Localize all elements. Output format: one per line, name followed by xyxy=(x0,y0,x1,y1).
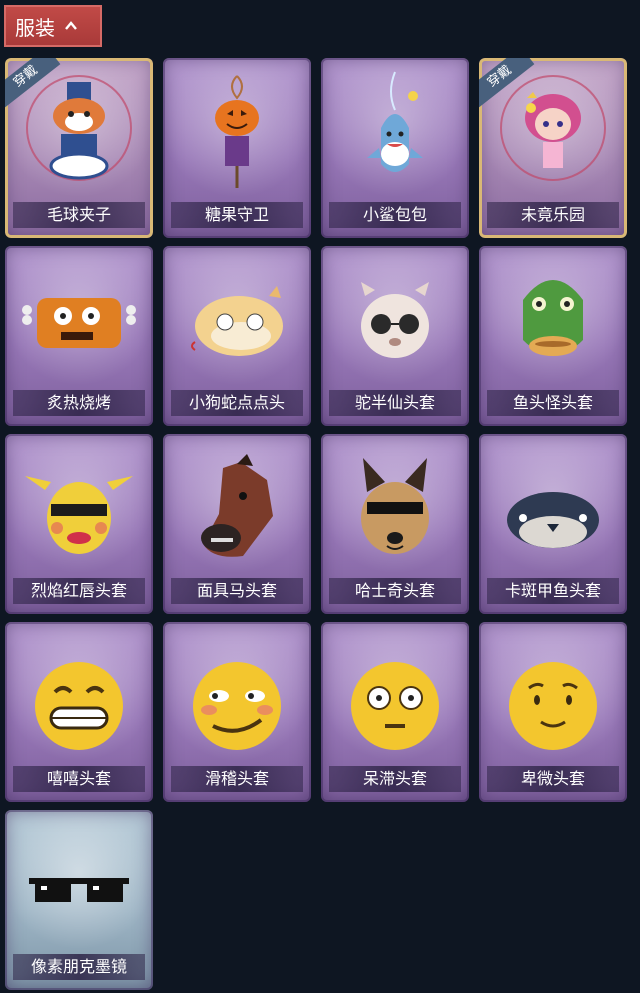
costume-name: 炙热烧烤 xyxy=(13,390,145,416)
costume-card[interactable]: 穿戴 毛球夹子 xyxy=(5,58,153,238)
pixel-sunglasses-icon xyxy=(29,878,129,902)
costume-card[interactable]: 小狗蛇点点头 xyxy=(163,246,311,426)
costume-card[interactable]: 鱼头怪头套 xyxy=(479,246,627,426)
costume-name: 像素朋克墨镜 xyxy=(13,954,145,980)
costume-name: 驼半仙头套 xyxy=(329,390,461,416)
costume-card[interactable]: 哈士奇头套 xyxy=(321,434,469,614)
fish-head-icon xyxy=(523,280,583,356)
costume-card[interactable]: 呆滞头套 xyxy=(321,622,469,802)
costume-name: 毛球夹子 xyxy=(13,202,145,228)
turtle-head-icon xyxy=(507,492,599,548)
section-title: 服装 xyxy=(15,15,55,40)
grin-emoji-head-icon xyxy=(35,662,123,750)
costume-name: 小狗蛇点点头 xyxy=(171,390,303,416)
costume-card[interactable]: 面具马头套 xyxy=(163,434,311,614)
dazed-emoji-head-icon xyxy=(351,662,439,750)
section-toggle-button[interactable]: 服装 xyxy=(4,5,102,47)
costume-card[interactable]: 卡斑甲鱼头套 xyxy=(479,434,627,614)
costume-card[interactable]: 炙热烧烤 xyxy=(5,246,153,426)
costume-name: 卡斑甲鱼头套 xyxy=(487,578,619,604)
costume-card[interactable]: 卑微头套 xyxy=(479,622,627,802)
costume-name: 滑稽头套 xyxy=(171,766,303,792)
chevron-up-icon xyxy=(65,21,77,30)
yellow-lips-head-icon xyxy=(25,476,133,554)
smirk-emoji-head-icon xyxy=(193,662,281,750)
costume-name: 卑微头套 xyxy=(487,766,619,792)
costume-name: 面具马头套 xyxy=(171,578,303,604)
humble-emoji-head-icon xyxy=(509,662,597,750)
costume-card[interactable]: 像素朋克墨镜 xyxy=(5,810,153,990)
shark-bag-icon xyxy=(367,71,423,172)
alpaca-head-icon xyxy=(361,282,429,358)
costume-name: 烈焰红唇头套 xyxy=(13,578,145,604)
costume-card[interactable]: 小鲨包包 xyxy=(321,58,469,238)
horse-head-icon xyxy=(201,454,273,557)
costume-name: 糖果守卫 xyxy=(171,202,303,228)
costume-name: 哈士奇头套 xyxy=(329,578,461,604)
costume-card[interactable]: 糖果守卫 xyxy=(163,58,311,238)
costume-card[interactable]: 嘻嘻头套 xyxy=(5,622,153,802)
costume-card[interactable]: 驼半仙头套 xyxy=(321,246,469,426)
husky-head-icon xyxy=(361,458,429,554)
dog-snake-head-icon xyxy=(191,286,283,356)
bbq-head-icon xyxy=(22,298,136,348)
costume-name: 小鲨包包 xyxy=(329,202,461,228)
costume-name: 未竟乐园 xyxy=(487,202,619,228)
costume-name: 鱼头怪头套 xyxy=(487,390,619,416)
costume-name: 嘻嘻头套 xyxy=(13,766,145,792)
costume-name: 呆滞头套 xyxy=(329,766,461,792)
costume-card[interactable]: 滑稽头套 xyxy=(163,622,311,802)
pumpkin-scarecrow-icon xyxy=(215,75,259,188)
costume-card[interactable]: 烈焰红唇头套 xyxy=(5,434,153,614)
costume-card[interactable]: 穿戴 未竟乐园 xyxy=(479,58,627,238)
